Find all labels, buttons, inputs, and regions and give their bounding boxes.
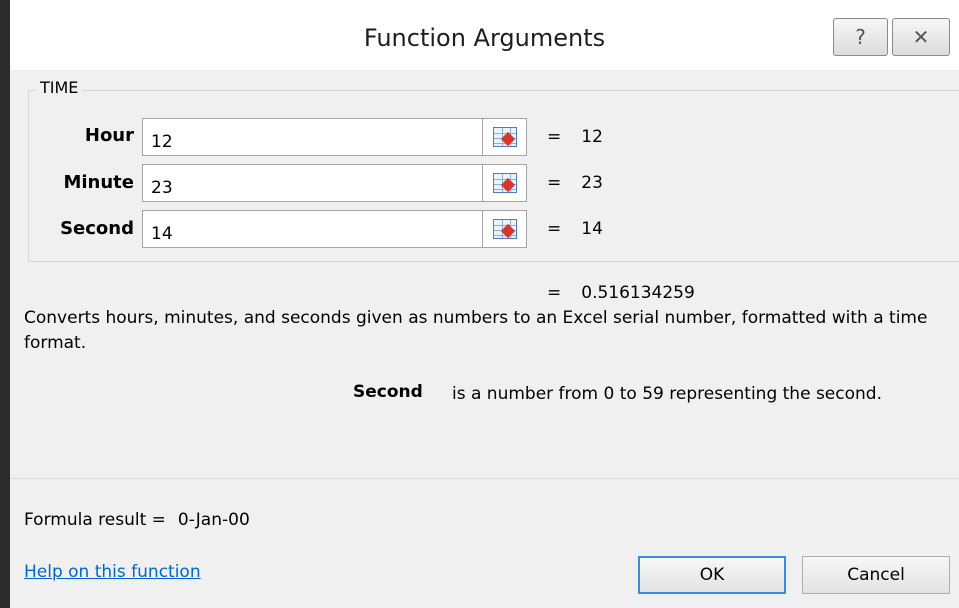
collapse-dialog-icon [492,219,517,239]
divider [10,478,959,479]
function-result: = 0.516134259 [547,283,695,303]
function-name: TIME [36,78,83,97]
param-help-name: Second [353,382,423,402]
minute-ref-button[interactable] [483,164,527,202]
hour-ref-button[interactable] [483,118,527,156]
close-button[interactable]: ✕ [892,18,950,56]
function-arguments-dialog: Function Arguments ? ✕ TIME Hour =12 Min… [0,0,959,608]
hour-input[interactable] [142,118,483,156]
hour-result: = 12 [547,127,603,147]
close-icon: ✕ [912,25,930,49]
help-button[interactable]: ? [833,18,888,56]
formula-result: Formula result = 0-Jan-00 [24,510,250,530]
dialog-title: Function Arguments [363,24,606,52]
cancel-button[interactable]: Cancel [802,556,950,594]
minute-label: Minute [63,172,134,193]
ok-button[interactable]: OK [638,556,786,594]
function-description: Converts hours, minutes, and seconds giv… [24,308,928,353]
question-icon: ? [855,25,866,49]
collapse-dialog-icon [492,127,517,147]
param-help-text: is a number from 0 to 59 representing th… [452,384,882,404]
second-result: = 14 [547,219,603,239]
collapse-dialog-icon [492,173,517,193]
hour-label: Hour [84,125,134,146]
title-bar: Function Arguments ? ✕ [10,0,959,70]
second-label: Second [60,218,134,239]
minute-input[interactable] [142,164,483,202]
help-on-function-link[interactable]: Help on this function [24,562,201,582]
second-ref-button[interactable] [483,210,527,248]
minute-result: = 23 [547,173,603,193]
second-input[interactable] [142,210,483,248]
